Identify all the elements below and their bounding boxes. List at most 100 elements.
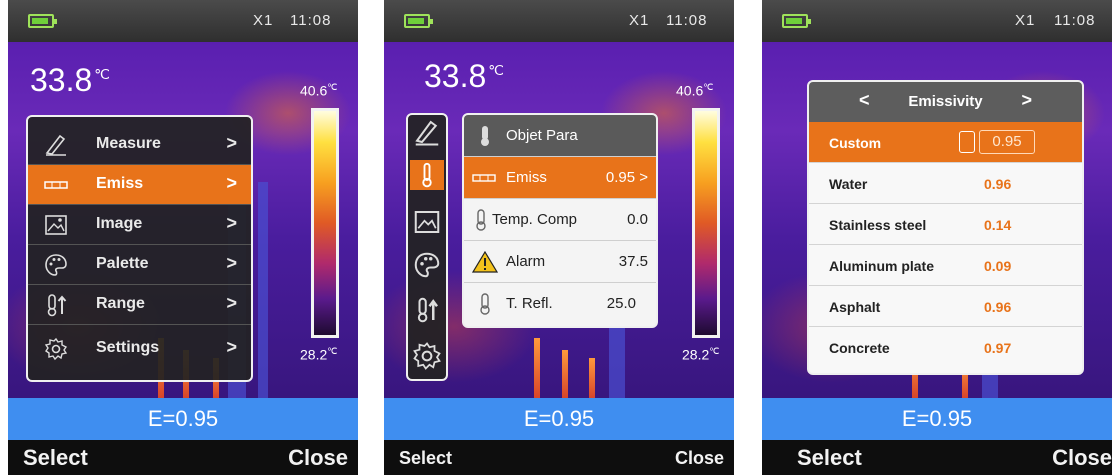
param-label: Temp. Comp bbox=[492, 211, 578, 228]
menu-item-settings[interactable]: Settings > bbox=[28, 329, 251, 369]
material-name: Stainless steel bbox=[829, 217, 927, 233]
clock: 11:08 bbox=[1054, 12, 1096, 29]
param-row-t-refl[interactable]: T. Refl. 25.0 bbox=[464, 283, 656, 325]
zoom-level: X1 bbox=[629, 12, 650, 29]
param-label: Emiss bbox=[506, 169, 547, 186]
chevron-right-icon[interactable]: > bbox=[1021, 90, 1032, 111]
emissivity-icon bbox=[44, 181, 68, 189]
menu-item-label: Measure bbox=[96, 135, 161, 152]
thermometer-icon bbox=[481, 126, 489, 146]
param-label: T. Refl. bbox=[506, 295, 553, 312]
param-row-emiss[interactable]: Emiss 0.95 > bbox=[464, 157, 656, 199]
menu-item-label: Palette bbox=[96, 255, 149, 272]
param-row-temp-comp[interactable]: Temp. Comp 0.0 bbox=[464, 199, 656, 241]
image-icon bbox=[45, 215, 67, 235]
screen-main-menu: X1 11:08 33.8 ℃ 40.6℃ 28.2℃ Measure > Emi… bbox=[8, 0, 358, 475]
chevron-right-icon: > bbox=[226, 133, 237, 153]
chevron-right-icon: > bbox=[226, 213, 237, 233]
temp-unit: ℃ bbox=[488, 62, 505, 79]
color-scale-bar bbox=[692, 108, 720, 338]
emissivity-row[interactable]: Asphalt 0.96 bbox=[809, 286, 1082, 327]
select-softkey[interactable]: Select bbox=[797, 445, 862, 471]
thermal-hotspot bbox=[589, 358, 595, 398]
warning-icon bbox=[472, 251, 498, 273]
chevron-right-icon: > bbox=[226, 253, 237, 273]
clock: 11:08 bbox=[666, 12, 708, 29]
param-value: 37.5 bbox=[618, 253, 648, 270]
image-icon[interactable] bbox=[412, 207, 442, 237]
emissivity-row-custom[interactable]: Custom 0.95 bbox=[809, 122, 1082, 163]
material-emissivity: 0.14 bbox=[984, 217, 1012, 233]
thermometer-icon bbox=[480, 293, 490, 315]
param-value: 0.95 > bbox=[606, 169, 648, 186]
chevron-right-icon: > bbox=[226, 337, 237, 357]
close-softkey[interactable]: Close bbox=[675, 448, 724, 469]
scale-max-value: 40.6 bbox=[676, 82, 704, 99]
scale-min: 28.2℃ bbox=[682, 346, 719, 363]
emissivity-icon[interactable] bbox=[410, 160, 444, 190]
material-emissivity: 0.96 bbox=[984, 299, 1012, 315]
palette-icon[interactable] bbox=[412, 250, 442, 280]
param-value-number: 0.95 bbox=[605, 169, 636, 186]
material-name: Water bbox=[829, 176, 868, 192]
temp-unit: ℃ bbox=[327, 346, 338, 356]
emissivity-row[interactable]: Aluminum plate 0.09 bbox=[809, 245, 1082, 286]
temp-unit: ℃ bbox=[709, 346, 720, 356]
menu-item-palette[interactable]: Palette > bbox=[28, 245, 251, 285]
center-temp-value: 33.8 bbox=[424, 58, 487, 94]
main-menu: Measure > Emiss > Image > Palette > Rang… bbox=[26, 115, 253, 382]
param-value: 0.0 bbox=[627, 211, 648, 228]
menu-item-emiss[interactable]: Emiss > bbox=[28, 165, 251, 205]
range-icon[interactable] bbox=[412, 295, 442, 325]
thermal-object bbox=[258, 182, 268, 398]
emissivity-row[interactable]: Concrete 0.97 bbox=[809, 327, 1082, 368]
temp-unit: ℃ bbox=[94, 66, 111, 83]
menu-item-label: Range bbox=[96, 295, 145, 312]
zoom-level: X1 bbox=[1015, 12, 1036, 29]
status-bar: X1 11:08 bbox=[762, 0, 1112, 42]
scale-max: 40.6℃ bbox=[300, 82, 337, 99]
material-name: Custom bbox=[829, 135, 882, 151]
battery-icon bbox=[28, 14, 57, 28]
thermal-hotspot bbox=[562, 350, 568, 398]
screen-emissivity-list: X1 11:08 < Emissivity > Custom 0.95 Wate… bbox=[762, 0, 1112, 475]
panel-title: Objet Para bbox=[506, 127, 578, 144]
palette-icon bbox=[45, 254, 67, 276]
scale-max: 40.6℃ bbox=[676, 82, 713, 99]
param-row-alarm[interactable]: Alarm 37.5 bbox=[464, 241, 656, 283]
custom-emissivity-input[interactable]: 0.95 bbox=[979, 130, 1035, 154]
material-emissivity: 0.96 bbox=[984, 176, 1012, 192]
color-scale-bar bbox=[311, 108, 339, 338]
emissivity-bar: E=0.95 bbox=[762, 398, 1112, 440]
temp-unit: ℃ bbox=[703, 82, 714, 92]
close-softkey[interactable]: Close bbox=[288, 445, 348, 471]
select-softkey[interactable]: Select bbox=[23, 445, 88, 471]
material-name: Asphalt bbox=[829, 299, 881, 315]
panel-title: Emissivity bbox=[908, 93, 983, 110]
select-softkey[interactable]: Select bbox=[399, 448, 452, 469]
menu-item-label: Image bbox=[96, 215, 143, 232]
stepper-icon[interactable] bbox=[959, 131, 975, 153]
emissivity-row[interactable]: Stainless steel 0.14 bbox=[809, 204, 1082, 245]
menu-item-range[interactable]: Range > bbox=[28, 285, 251, 325]
param-value: 25.0 bbox=[606, 295, 636, 312]
emissivity-row[interactable]: Water 0.96 bbox=[809, 163, 1082, 204]
close-softkey[interactable]: Close bbox=[1052, 445, 1112, 471]
thermal-hotspot bbox=[534, 338, 540, 398]
battery-icon bbox=[404, 14, 433, 28]
clock: 11:08 bbox=[290, 12, 332, 29]
emissivity-icon bbox=[472, 174, 496, 182]
battery-icon bbox=[782, 14, 811, 28]
softkey-bar: Select Close bbox=[8, 440, 358, 475]
scale-min-value: 28.2 bbox=[300, 346, 328, 363]
chevron-right-icon: > bbox=[226, 293, 237, 313]
center-temperature: 33.8 ℃ bbox=[30, 62, 110, 99]
measure-icon[interactable] bbox=[412, 117, 442, 147]
emissivity-bar: E=0.95 bbox=[8, 398, 358, 440]
menu-item-image[interactable]: Image > bbox=[28, 205, 251, 245]
zoom-level: X1 bbox=[253, 12, 274, 29]
gear-icon[interactable] bbox=[412, 341, 442, 371]
menu-item-measure[interactable]: Measure > bbox=[28, 125, 251, 165]
param-label: Alarm bbox=[506, 253, 546, 270]
material-name: Aluminum plate bbox=[829, 258, 935, 274]
